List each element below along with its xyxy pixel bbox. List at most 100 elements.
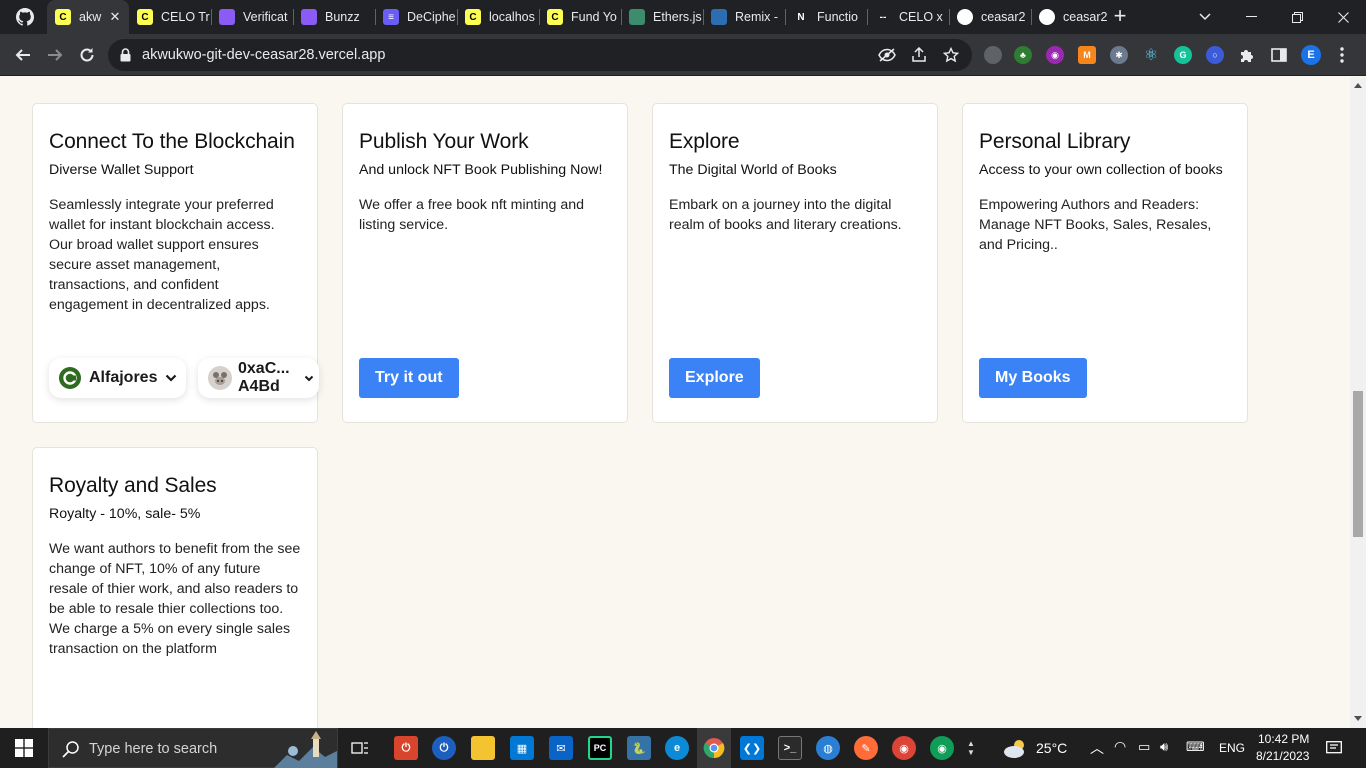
browser-tab[interactable]: ceasar2	[949, 0, 1031, 34]
wifi-icon[interactable]: ◠	[1114, 738, 1126, 755]
vscode-icon[interactable]: ❮❯	[740, 736, 764, 760]
bookmark-button[interactable]	[942, 46, 960, 64]
microsoft-store-icon[interactable]: ▦	[510, 736, 534, 760]
python-icon[interactable]: 🐍	[627, 736, 651, 760]
scrollbar-thumb[interactable]	[1353, 391, 1363, 537]
ext-gear-icon[interactable]: ✱	[1110, 46, 1128, 64]
tracking-blocked-button[interactable]	[878, 46, 896, 64]
feature-card-library: Personal Library Access to your own coll…	[962, 103, 1248, 423]
scroll-down-arrow[interactable]	[1354, 716, 1362, 721]
volume-icon[interactable]: 🔊︎	[1160, 739, 1168, 755]
tab-github-home[interactable]	[8, 0, 46, 34]
ext-blue-ring-icon[interactable]: ○	[1206, 46, 1224, 64]
weather-temperature[interactable]: 25°C	[1036, 740, 1067, 756]
page-scrollbar[interactable]	[1350, 77, 1366, 728]
card-description: We offer a free book nft minting and lis…	[359, 197, 585, 233]
feature-card-royalty: Royalty and Sales Royalty - 10%, sale- 5…	[32, 447, 318, 728]
feature-card-connect: Connect To the Blockchain Diverse Wallet…	[32, 103, 319, 423]
browser-tab[interactable]: C CELO Tr	[129, 0, 211, 34]
restore-button[interactable]	[1274, 0, 1320, 34]
new-tab-button[interactable]: +	[1108, 5, 1132, 29]
taskbar-scroll-icon[interactable]: ▲ ▼	[962, 736, 980, 760]
keyboard-icon[interactable]: ⌨	[1186, 739, 1205, 755]
battery-icon[interactable]: ▭	[1138, 739, 1150, 755]
grammarly-icon[interactable]: G	[1174, 46, 1192, 64]
nextjs-favicon-icon: N	[793, 9, 809, 25]
profile-avatar[interactable]: E	[1301, 45, 1321, 65]
browser-tab[interactable]: C Fund Yo	[539, 0, 621, 34]
close-tab-icon[interactable]: ✕	[107, 9, 123, 25]
browser-tab[interactable]: ceasar2	[1031, 0, 1113, 34]
mail-icon[interactable]: ✉	[549, 736, 573, 760]
account-selector[interactable]: 0xaC... A4Bd	[198, 358, 319, 398]
tab-title: CELO x	[899, 10, 943, 24]
reload-icon	[80, 48, 94, 62]
chrome-active-highlight	[697, 728, 731, 768]
my-books-button[interactable]: My Books	[979, 358, 1087, 398]
card-description: Embark on a journey into the digital rea…	[669, 197, 902, 233]
task-view-icon[interactable]	[348, 736, 372, 760]
card-subtitle: And unlock NFT Book Publishing Now!	[359, 162, 603, 178]
browser-tab[interactable]: Clocalhos	[457, 0, 539, 34]
card-description: Seamlessly integrate your preferred wall…	[49, 197, 275, 313]
github-icon	[16, 8, 34, 26]
chrome-profile-2-icon[interactable]: ◉	[892, 736, 916, 760]
share-button[interactable]	[910, 46, 928, 64]
celo-logo-icon	[59, 367, 81, 389]
tab-strip: Cakw ✕ C CELO Tr Verificat Bunzz ≡ DeCiphe Cloca…	[0, 0, 1366, 34]
card-title: Publish Your Work	[359, 130, 529, 153]
language-indicator[interactable]: ENG	[1219, 741, 1245, 755]
browser-tab[interactable]: ≡ DeCiphe	[375, 0, 457, 34]
terminal-icon[interactable]: >_	[778, 736, 802, 760]
browser-tab[interactable]: Ethers.js	[621, 0, 703, 34]
minimize-button[interactable]	[1228, 0, 1274, 34]
chrome-profile-3-icon[interactable]: ◉	[930, 736, 954, 760]
forward-button[interactable]	[40, 40, 70, 70]
taskbar-search-box[interactable]: Type here to search	[48, 728, 338, 768]
reload-button[interactable]	[72, 40, 102, 70]
search-placeholder: Type here to search	[89, 741, 218, 757]
metamask-icon[interactable]: M	[1078, 46, 1096, 64]
windows-start-button[interactable]	[12, 736, 36, 760]
explore-button[interactable]: Explore	[669, 358, 760, 398]
browser-tab[interactable]: Cakw ✕	[47, 0, 129, 34]
clock-time[interactable]: 10:42 PM	[1258, 732, 1309, 746]
browser-tab[interactable]: Verificat	[211, 0, 293, 34]
react-devtools-icon[interactable]: ⚛	[1142, 46, 1160, 64]
browser-tab[interactable]: -- CELO x	[867, 0, 949, 34]
browser-tab[interactable]: Bunzz	[293, 0, 375, 34]
address-bar[interactable]: akwukwo-git-dev-ceasar28.vercel.app	[108, 39, 972, 71]
globe-favicon-icon	[301, 9, 317, 25]
account-address-line1: 0xaC...	[238, 360, 290, 377]
menu-kebab-icon[interactable]	[1333, 46, 1351, 64]
close-window-button[interactable]	[1320, 0, 1366, 34]
tab-title: Bunzz	[325, 10, 360, 24]
windows-taskbar: Type here to search ⏻ ⏻ ▦ ✉ PC 🐍 e ❮❯ >_…	[0, 728, 1366, 768]
side-panel-icon[interactable]	[1270, 46, 1288, 64]
pycharm-icon[interactable]: PC	[588, 736, 612, 760]
extensions-puzzle-icon[interactable]	[1238, 46, 1256, 64]
browser-tab[interactable]: N Functio	[785, 0, 867, 34]
star-icon	[943, 47, 959, 63]
postman-icon[interactable]: ✎	[854, 736, 878, 760]
back-button[interactable]	[8, 40, 38, 70]
ext-gray-icon[interactable]	[984, 46, 1002, 64]
tab-title: Remix -	[735, 10, 779, 24]
ext-tree-icon[interactable]: ♣	[1014, 46, 1032, 64]
ext-purple-icon[interactable]: ◉	[1046, 46, 1064, 64]
scroll-up-arrow[interactable]	[1354, 83, 1362, 88]
file-explorer-icon[interactable]	[471, 736, 495, 760]
globe-app-icon[interactable]: ◍	[816, 736, 840, 760]
notification-center-icon[interactable]	[1322, 736, 1346, 760]
try-it-out-button[interactable]: Try it out	[359, 358, 459, 398]
network-selector[interactable]: Alfajores	[49, 358, 186, 398]
edge-icon[interactable]: e	[665, 736, 689, 760]
browser-tab[interactable]: Remix -	[703, 0, 785, 34]
app-blue-power-icon[interactable]: ⏻	[432, 736, 456, 760]
tray-expand-icon[interactable]: ︿	[1090, 738, 1104, 758]
tab-search-button[interactable]	[1182, 0, 1228, 34]
app-red-power-icon[interactable]: ⏻	[394, 736, 418, 760]
network-label: Alfajores	[89, 369, 158, 386]
clock-date[interactable]: 8/21/2023	[1256, 749, 1309, 763]
minimize-icon	[1245, 16, 1257, 17]
